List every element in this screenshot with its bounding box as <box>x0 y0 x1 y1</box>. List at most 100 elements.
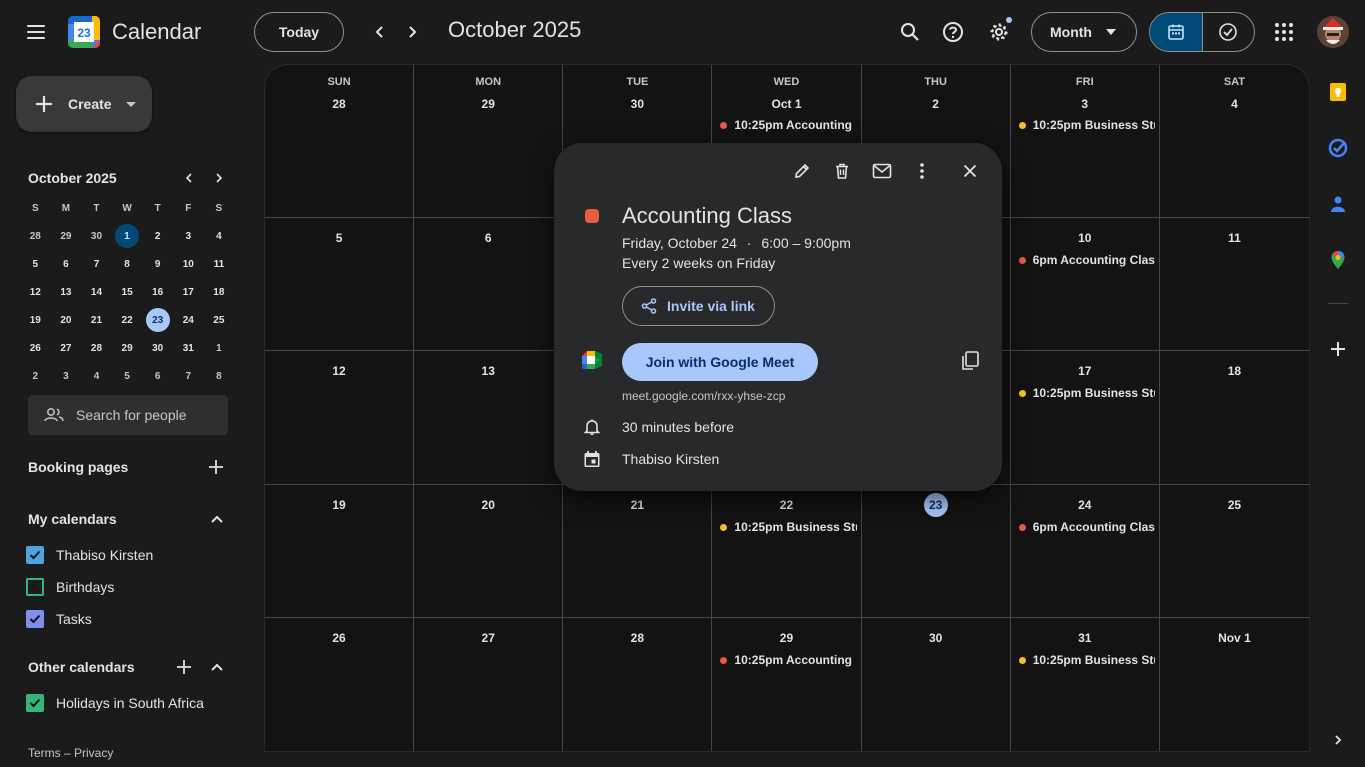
event-chip[interactable]: 6pm Accounting Class <box>1018 250 1155 270</box>
mini-calendar-next-button[interactable] <box>209 168 229 188</box>
month-day-cell[interactable]: 11 <box>1159 218 1309 351</box>
calendar-list-item[interactable]: Holidays in South Africa <box>26 691 204 715</box>
date-number[interactable]: 4 <box>1222 92 1246 116</box>
mini-calendar-day[interactable]: 20 <box>51 306 82 334</box>
mini-calendar-day[interactable]: 3 <box>51 362 82 390</box>
date-number[interactable]: 12 <box>327 359 351 383</box>
month-day-cell[interactable]: SAT 4 <box>1159 65 1309 218</box>
mini-calendar-day[interactable]: 22 <box>112 306 143 334</box>
date-number[interactable]: 17 <box>1073 359 1097 383</box>
date-number[interactable]: 22 <box>774 493 798 517</box>
month-day-cell[interactable]: Nov 1 <box>1160 618 1309 751</box>
terms-privacy-links[interactable]: Terms – Privacy <box>28 746 113 760</box>
add-booking-page-button[interactable] <box>204 455 228 479</box>
edit-event-button[interactable] <box>790 159 814 183</box>
tasks-app-icon[interactable] <box>1326 136 1350 160</box>
month-day-cell[interactable]: 26 <box>265 618 415 751</box>
month-day-cell[interactable]: 18 <box>1159 351 1309 485</box>
mini-calendar-day[interactable]: 16 <box>142 278 173 306</box>
date-number[interactable]: 10 <box>1073 226 1097 250</box>
collapse-other-calendars-button[interactable] <box>205 655 229 679</box>
date-number[interactable]: 28 <box>327 92 351 116</box>
previous-period-button[interactable] <box>364 16 396 48</box>
mini-calendar-day[interactable]: 2 <box>142 222 173 250</box>
mini-calendar-day[interactable]: 1 <box>204 334 235 362</box>
month-day-cell[interactable]: 21 <box>563 485 713 618</box>
mini-calendar-day[interactable]: 12 <box>20 278 51 306</box>
mini-calendar-day[interactable]: 30 <box>81 222 112 250</box>
date-number[interactable]: 20 <box>476 493 500 517</box>
calendar-list-item[interactable]: Birthdays <box>26 575 114 599</box>
date-number[interactable]: 13 <box>476 359 500 383</box>
date-number[interactable]: 3 <box>1073 92 1097 116</box>
email-guests-button[interactable] <box>870 159 894 183</box>
month-day-cell[interactable]: 27 <box>414 618 564 751</box>
help-button[interactable] <box>937 16 969 48</box>
month-day-cell[interactable]: 10 6pm Accounting Class <box>1010 218 1160 351</box>
invite-via-link-button[interactable]: Invite via link <box>622 286 775 326</box>
date-number[interactable]: 31 <box>1073 626 1097 650</box>
checkbox-checked-icon[interactable] <box>26 694 44 712</box>
mini-calendar-day[interactable]: 6 <box>142 362 173 390</box>
month-day-cell[interactable]: 28 <box>563 618 713 751</box>
date-number[interactable]: 29 <box>476 92 500 116</box>
mini-calendar-day[interactable]: 17 <box>173 278 204 306</box>
event-chip[interactable]: 10:25pm Business Stu <box>720 517 857 537</box>
mini-calendar-day[interactable]: 5 <box>20 250 51 278</box>
mini-calendar-day[interactable]: 26 <box>20 334 51 362</box>
mini-calendar-day[interactable]: 9 <box>142 250 173 278</box>
mini-calendar-day[interactable]: 11 <box>204 250 235 278</box>
mini-calendar-previous-button[interactable] <box>179 168 199 188</box>
today-button[interactable]: Today <box>254 12 344 52</box>
date-number[interactable]: 6 <box>476 226 500 250</box>
date-number[interactable]: 18 <box>1222 359 1246 383</box>
search-button[interactable] <box>894 16 926 48</box>
date-number[interactable]: 2 <box>924 92 948 116</box>
keep-icon[interactable] <box>1326 80 1350 104</box>
calendar-logo-icon[interactable]: 23 <box>68 16 100 48</box>
mini-calendar-day[interactable]: 28 <box>20 222 51 250</box>
month-day-cell[interactable]: 19 <box>265 485 415 618</box>
date-number[interactable]: 24 <box>1073 493 1097 517</box>
date-number[interactable]: 11 <box>1222 226 1246 250</box>
mini-calendar-day[interactable]: 19 <box>20 306 51 334</box>
checkbox-checked-icon[interactable] <box>26 546 44 564</box>
date-number[interactable]: 30 <box>625 92 649 116</box>
delete-event-button[interactable] <box>830 159 854 183</box>
date-number[interactable]: 5 <box>327 226 351 250</box>
mini-calendar-day[interactable]: 4 <box>204 222 235 250</box>
month-day-cell[interactable]: FRI 3 10:25pm Business Stu <box>1010 65 1160 218</box>
copy-meet-info-button[interactable] <box>958 349 982 373</box>
date-number[interactable]: 25 <box>1222 493 1246 517</box>
my-calendars-heading[interactable]: My calendars <box>28 511 117 527</box>
month-day-cell[interactable]: 13 <box>414 351 564 485</box>
mini-calendar-day[interactable]: 13 <box>51 278 82 306</box>
event-chip[interactable]: 10:25pm Accounting <box>720 650 856 670</box>
month-day-cell[interactable]: 31 10:25pm Business Stu <box>1011 618 1160 751</box>
mini-calendar-day[interactable]: 7 <box>173 362 204 390</box>
mini-calendar-day[interactable]: 15 <box>112 278 143 306</box>
meet-link[interactable]: meet.google.com/rxx-yhse-zcp <box>622 389 785 403</box>
more-options-button[interactable] <box>910 159 934 183</box>
checkbox-checked-icon[interactable] <box>26 610 44 628</box>
date-number[interactable]: Oct 1 <box>771 92 801 116</box>
mini-calendar-day[interactable]: 29 <box>112 334 143 362</box>
mini-calendar-day[interactable]: 5 <box>112 362 143 390</box>
month-day-cell[interactable]: 22 10:25pm Business Stu <box>712 485 862 618</box>
mini-calendar-day[interactable]: 29 <box>51 222 82 250</box>
event-chip[interactable]: 10:25pm Business Stu <box>1018 383 1155 403</box>
calendar-list-item[interactable]: Tasks <box>26 607 92 631</box>
main-menu-icon[interactable] <box>16 12 56 52</box>
date-number[interactable]: 27 <box>476 626 500 650</box>
mini-calendar-day[interactable]: 25 <box>204 306 235 334</box>
mini-calendar-day[interactable]: 8 <box>112 250 143 278</box>
calendar-view-toggle[interactable] <box>1150 13 1202 51</box>
mini-calendar-day[interactable]: 21 <box>81 306 112 334</box>
mini-calendar-day[interactable]: 8 <box>204 362 235 390</box>
mini-calendar-day[interactable]: 23 <box>142 306 173 334</box>
account-avatar[interactable] <box>1317 16 1349 48</box>
join-google-meet-button[interactable]: Join with Google Meet <box>622 343 818 381</box>
month-day-cell[interactable]: 24 6pm Accounting Class <box>1010 485 1160 618</box>
mini-calendar-day[interactable]: 10 <box>173 250 204 278</box>
month-day-cell[interactable]: MON 29 <box>414 65 564 218</box>
